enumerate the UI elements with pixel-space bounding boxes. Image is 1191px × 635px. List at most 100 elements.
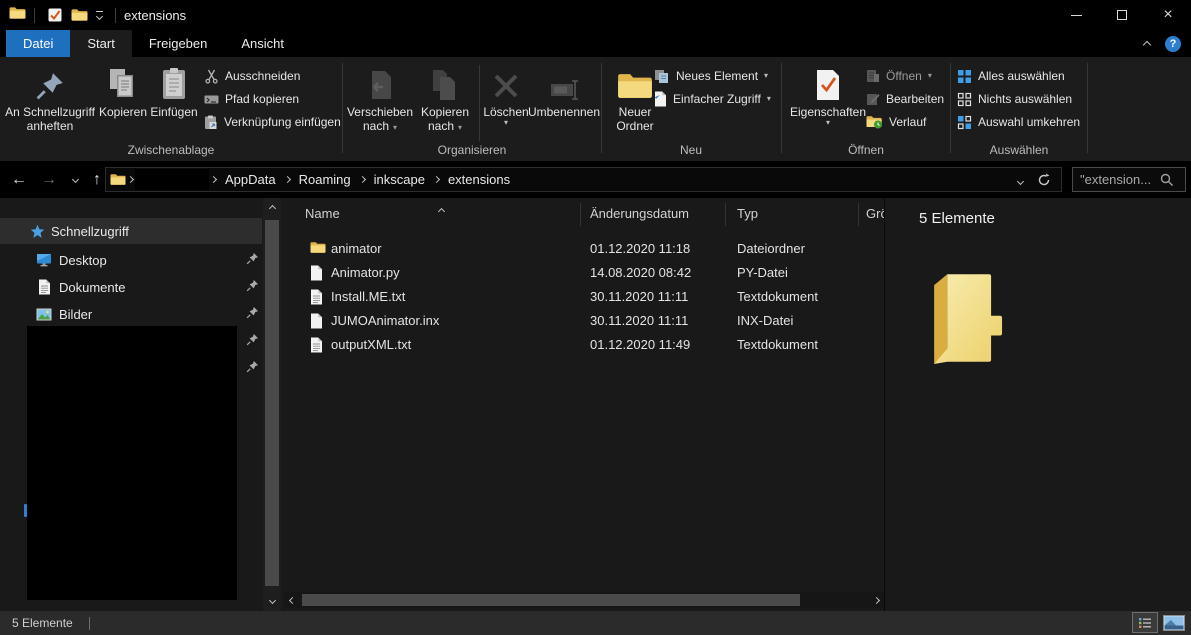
sidebar-item-documents[interactable]: Dokumente [0,274,262,300]
sidebar-item-label: Dokumente [59,280,125,295]
address-dropdown-button[interactable] [1018,172,1023,187]
chevron-down-icon [1017,178,1024,185]
column-header-name[interactable]: Name [305,206,340,221]
easy-access-label: Einfacher Zugriff [673,92,761,106]
file-date: 01.12.2020 11:18 [590,241,690,256]
main-content: Schnellzugriff Desktop Dokumente [0,198,1191,611]
tab-ansicht[interactable]: Ansicht [224,30,301,57]
scrollbar-thumb[interactable] [265,220,279,586]
chevron-down-icon [71,176,78,183]
refresh-button[interactable] [1037,173,1051,187]
help-button[interactable]: ? [1165,36,1181,52]
sidebar-item-desktop[interactable]: Desktop [0,247,262,273]
scroll-left-button[interactable] [284,592,300,608]
details-view-button[interactable] [1132,612,1158,633]
tab-start[interactable]: Start [70,30,131,57]
edit-icon [866,92,880,106]
close-button[interactable]: × [1145,0,1191,30]
horizontal-scrollbar[interactable] [284,592,884,608]
collapse-ribbon-button[interactable] [1144,35,1150,53]
column-header-type[interactable]: Typ [737,206,758,221]
open-button[interactable]: Öffnen ▾ [866,65,932,87]
scroll-down-button[interactable] [263,592,281,608]
status-item-count: 5 Elemente [12,616,73,630]
pin-icon[interactable] [246,360,259,376]
file-row-animator-py[interactable]: Animator.py 14.08.2020 08:42 PY-Datei [284,261,884,285]
column-divider[interactable] [858,203,859,226]
column-divider[interactable] [580,203,581,226]
sidebar-item-label: Bilder [59,307,92,322]
sidebar-item-label: Desktop [59,253,107,268]
ribbon-group-clipboard: An Schnellzugriff anheften Kopieren [0,57,342,161]
properties-button[interactable]: Eigenschaften ▾ [786,61,870,127]
dropdown-caret-icon: ▾ [826,119,830,127]
group-label-select: Auswählen [951,143,1087,157]
select-all-button[interactable]: Alles auswählen [957,65,1065,87]
search-input[interactable] [1080,172,1160,187]
qat-customize-button[interactable] [91,11,107,19]
rename-button[interactable]: Umbenennen [529,61,599,119]
scroll-up-button[interactable] [263,200,281,216]
delete-button[interactable]: Löschen ▾ [483,61,529,127]
sidebar-item-pictures[interactable]: Bilder [0,301,262,327]
address-bar[interactable]: AppData Roaming inkscape extensions [105,167,1062,192]
pin-icon[interactable] [246,306,259,322]
file-explorer-window: extensions × Datei Start Freigeben Ansic… [0,0,1191,635]
column-header-date[interactable]: Änderungsdatum [590,206,689,221]
minimize-button[interactable] [1053,0,1099,30]
breadcrumb-appdata[interactable]: AppData [218,172,283,187]
file-row-outputxml[interactable]: outputXML.txt 01.12.2020 11:49 Textdokum… [284,333,884,357]
easy-access-button[interactable]: Einfacher Zugriff ▾ [654,88,771,110]
tab-freigeben[interactable]: Freigeben [132,30,225,57]
maximize-button[interactable] [1099,0,1145,30]
pin-to-quick-access-button[interactable]: An Schnellzugriff anheften [2,61,98,133]
file-row-jumoanimator[interactable]: JUMOAnimator.inx 30.11.2020 11:11 INX-Da… [284,309,884,333]
cut-label: Ausschneiden [225,69,300,83]
easy-access-icon [654,91,667,107]
sidebar-item-quick-access[interactable]: Schnellzugriff [0,218,262,244]
pin-icon[interactable] [246,252,259,268]
paste-button[interactable]: Einfügen [148,61,200,119]
copy-label: Kopieren [99,105,147,119]
breadcrumb-roaming[interactable]: Roaming [292,172,358,187]
cut-button[interactable]: Ausschneiden [204,65,300,87]
invert-selection-button[interactable]: Auswahl umkehren [957,111,1080,133]
copy-button[interactable]: Kopieren [100,61,146,119]
breadcrumb-extensions[interactable]: extensions [441,172,517,187]
redacted-sidebar-items [27,326,237,600]
file-list: Name Änderungsdatum Typ Größe animator 0… [284,198,884,611]
new-item-button[interactable]: Neues Element ▾ [654,65,768,87]
quick-access-star-icon [30,224,45,239]
forward-button[interactable]: → [36,161,62,198]
address-bar-row: ← → ↑ AppData Roaming inkscape extension… [0,161,1191,198]
column-divider[interactable] [725,203,726,226]
select-none-button[interactable]: Nichts auswählen [957,88,1072,110]
back-button[interactable]: ← [6,161,32,198]
thumbnail-view-button[interactable] [1161,612,1187,633]
pin-icon[interactable] [246,333,259,349]
qat-new-folder-button[interactable] [67,3,91,27]
copy-to-button[interactable]: Kopieren nach [417,61,473,135]
scroll-right-button[interactable] [868,592,884,608]
large-folder-icon [929,272,1005,364]
paste-shortcut-button[interactable]: Verknüpfung einfügen [204,111,341,133]
qat-properties-button[interactable] [43,3,67,27]
move-to-button[interactable]: Verschieben nach [345,61,415,135]
file-icon [310,265,323,284]
search-box[interactable] [1072,167,1186,192]
app-icon [9,6,26,25]
file-type: Textdokument [737,289,818,304]
copy-path-button[interactable]: Pfad kopieren [204,88,299,110]
file-row-animator[interactable]: animator 01.12.2020 11:18 Dateiordner [284,237,884,261]
file-row-install-me[interactable]: Install.ME.txt 30.11.2020 11:11 Textdoku… [284,285,884,309]
column-header-size[interactable]: Größe [866,206,884,221]
scrollbar-thumb[interactable] [302,594,800,606]
sidebar-scrollbar[interactable] [263,198,281,611]
edit-button[interactable]: Bearbeiten [866,88,944,110]
file-type: PY-Datei [737,265,788,280]
pin-icon[interactable] [246,279,259,295]
tab-datei[interactable]: Datei [6,30,70,57]
history-button[interactable]: Verlauf [866,111,926,133]
file-type: Dateiordner [737,241,805,256]
breadcrumb-inkscape[interactable]: inkscape [367,172,432,187]
